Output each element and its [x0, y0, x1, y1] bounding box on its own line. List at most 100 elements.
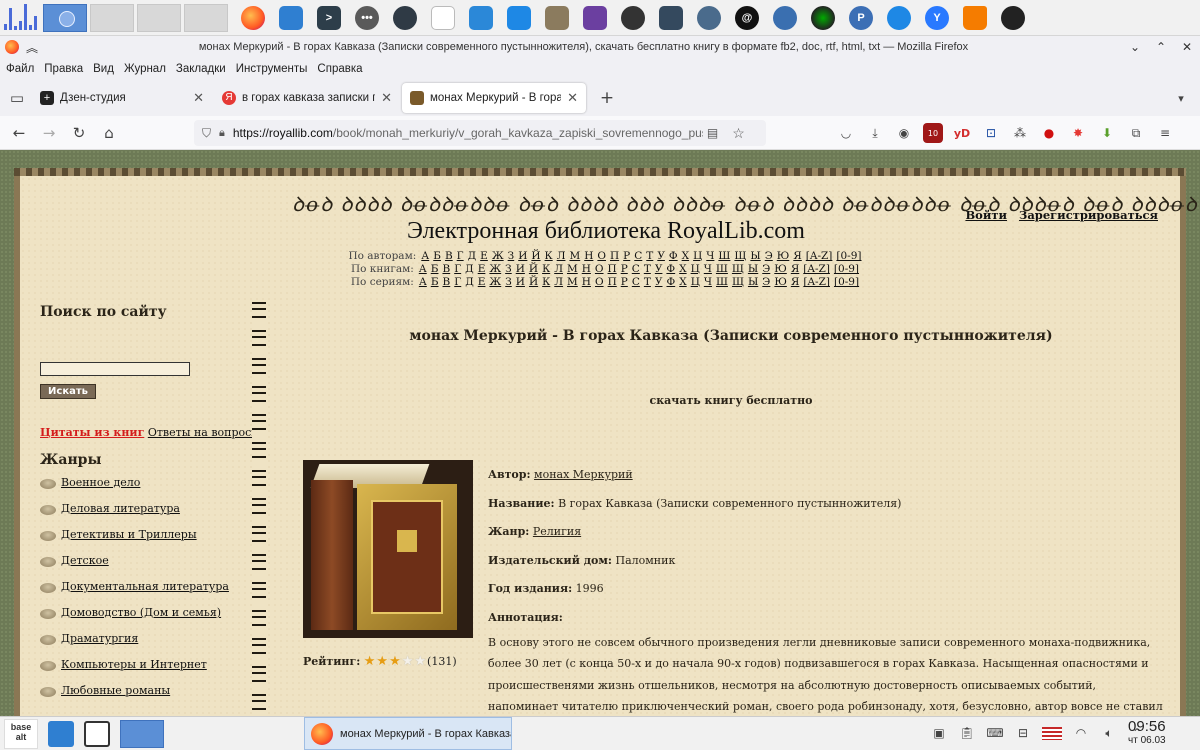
tab-close-icon[interactable]: ✕ — [567, 90, 578, 106]
alphabet-letter-link[interactable]: Л — [557, 250, 566, 262]
alphabet-letter-link[interactable]: Ю — [777, 250, 790, 262]
alphabet-letter-link[interactable]: Б — [433, 250, 441, 262]
alphabet-letter-link[interactable]: Ж — [489, 263, 501, 275]
alphabet-letter-link[interactable]: О — [597, 250, 606, 262]
alphabet-letter-link[interactable]: И — [516, 276, 525, 288]
alphabet-letter-link[interactable]: Ж — [492, 250, 504, 262]
alphabet-letter-link[interactable]: [A-Z] — [803, 263, 830, 275]
alphabet-letter-link[interactable]: П — [608, 276, 617, 288]
alphabet-letter-link[interactable]: [0-9] — [836, 250, 861, 262]
alphabet-letter-link[interactable]: [0-9] — [834, 263, 859, 275]
alphabet-letter-link[interactable]: К — [542, 263, 550, 275]
alphabet-letter-link[interactable]: И — [516, 263, 525, 275]
tab-royallib-book[interactable]: монах Меркурий - В горах Кав ✕ — [402, 83, 586, 113]
alphabet-letter-link[interactable]: Л — [554, 276, 563, 288]
alphabet-letter-link[interactable]: Ж — [489, 276, 501, 288]
alphabet-letter-link[interactable]: Ы — [750, 250, 760, 262]
alphabet-letter-link[interactable]: Ч — [704, 276, 712, 288]
menu-tools[interactable]: Инструменты — [236, 63, 308, 75]
alphabet-letter-link[interactable]: Ц — [693, 250, 702, 262]
genre-link[interactable]: Деловая литература — [61, 502, 180, 515]
alphabet-letter-link[interactable]: Я — [791, 276, 799, 288]
kde-connect-icon[interactable] — [887, 5, 911, 30]
alphabet-letter-link[interactable]: Н — [584, 250, 593, 262]
alphabet-letter-link[interactable]: Й — [531, 250, 540, 262]
alphabet-letter-link[interactable]: Х — [679, 276, 686, 288]
remote-desktop-icon[interactable] — [469, 5, 493, 30]
webcam-icon[interactable] — [773, 5, 797, 30]
document-icon[interactable] — [431, 5, 455, 30]
alphabet-letter-link[interactable]: Щ — [732, 276, 744, 288]
workspace-3[interactable] — [137, 3, 181, 32]
alphabet-letter-link[interactable]: Я — [791, 263, 799, 275]
us-flag-icon[interactable] — [1042, 726, 1062, 740]
media-icon[interactable] — [583, 5, 607, 30]
alphabet-letter-link[interactable]: Р — [621, 276, 628, 288]
firefox-launcher-icon[interactable] — [241, 5, 265, 30]
alphabet-letter-link[interactable]: Щ — [732, 263, 744, 275]
genre-value-link[interactable]: Религия — [533, 525, 581, 538]
alphabet-letter-link[interactable]: Ш — [716, 276, 728, 288]
alphabet-letter-link[interactable]: У — [657, 250, 665, 262]
alphabet-letter-link[interactable]: В — [442, 263, 450, 275]
download-icon[interactable]: ⤓ — [865, 123, 885, 143]
alphabet-letter-link[interactable]: [A-Z] — [803, 276, 830, 288]
alphabet-letter-link[interactable]: Н — [582, 263, 591, 275]
star-icon[interactable]: ★ — [364, 654, 376, 669]
genre-item[interactable]: Компьютеры и Интернет — [40, 658, 229, 684]
answers-link[interactable]: Ответы на вопросы — [148, 426, 260, 439]
alphabet-letter-link[interactable]: А — [421, 250, 429, 262]
p-app-icon[interactable]: P — [849, 5, 873, 30]
chromium-icon[interactable] — [1001, 5, 1025, 30]
extensions-icon[interactable]: ⧉ — [1126, 123, 1146, 143]
tab-dzen-studio[interactable]: + Дзен-студия ✕ — [32, 83, 212, 113]
alphabet-letter-link[interactable]: Т — [644, 276, 651, 288]
dots-icon[interactable]: ⁂ — [1010, 123, 1030, 143]
alphabet-letter-link[interactable]: Г — [454, 263, 461, 275]
star-icon[interactable]: ★ — [389, 654, 401, 669]
alphabet-letter-link[interactable]: Й — [529, 276, 538, 288]
download-link[interactable]: скачать книгу бесплатно — [270, 394, 1192, 407]
star-icon[interactable]: ★ — [414, 654, 426, 669]
alphabet-letter-link[interactable]: Ю — [774, 276, 787, 288]
writer-icon[interactable] — [507, 5, 531, 30]
alphabet-letter-link[interactable]: Г — [454, 276, 461, 288]
maximize-icon[interactable]: ⌃ — [1148, 40, 1174, 54]
star-icon[interactable]: ★ — [402, 654, 414, 669]
menu-edit[interactable]: Правка — [44, 63, 83, 75]
alphabet-letter-link[interactable]: Ш — [716, 263, 728, 275]
alphabet-letter-link[interactable]: Ч — [706, 250, 714, 262]
colorful-icon[interactable]: ✸ — [1068, 123, 1088, 143]
alphabet-letter-link[interactable]: Э — [762, 276, 770, 288]
lock-screen-icon[interactable]: ▣ — [930, 724, 948, 742]
alphabet-letter-link[interactable]: Й — [529, 263, 538, 275]
genre-item[interactable]: Детективы и Триллеры — [40, 528, 229, 554]
shield-icon[interactable]: ⛉ — [202, 126, 211, 141]
video-editor-icon[interactable] — [659, 5, 683, 30]
genre-item[interactable]: Военное дело — [40, 476, 229, 502]
alphabet-letter-link[interactable]: О — [595, 263, 604, 275]
reload-icon[interactable]: ↻ — [64, 124, 94, 142]
terminal-icon[interactable]: > — [317, 5, 341, 30]
alphabet-letter-link[interactable]: Е — [478, 276, 486, 288]
alphabet-letter-link[interactable]: В — [445, 250, 453, 262]
search-button[interactable]: Искать — [40, 384, 96, 399]
start-menu-button[interactable]: base alt — [4, 718, 38, 749]
url-text[interactable]: https://royallib.com/book/monah_merkuriy… — [233, 126, 703, 140]
search-input[interactable] — [40, 362, 190, 376]
alphabet-letter-link[interactable]: В — [443, 276, 451, 288]
keyboard-icon[interactable]: ⌨ — [986, 724, 1004, 742]
menu-bookmarks[interactable]: Закладки — [176, 63, 226, 75]
alphabet-letter-link[interactable]: О — [595, 276, 604, 288]
close-icon[interactable]: ✕ — [1174, 40, 1200, 54]
alphabet-letter-link[interactable]: Р — [621, 263, 628, 275]
collapse-chevron-icon[interactable]: ︽ — [19, 39, 45, 56]
workspace-2[interactable] — [90, 3, 134, 32]
color-circle-icon[interactable] — [811, 5, 835, 30]
circle-app-icon[interactable] — [393, 5, 417, 30]
alphabet-letter-link[interactable]: Ю — [774, 263, 787, 275]
tab-yandex-search[interactable]: Я в горах кавказа записки пуст ✕ — [214, 83, 400, 113]
alphabet-letter-link[interactable]: Х — [682, 250, 689, 262]
login-link[interactable]: Войти — [965, 208, 1007, 222]
alphabet-letter-link[interactable]: У — [655, 263, 663, 275]
